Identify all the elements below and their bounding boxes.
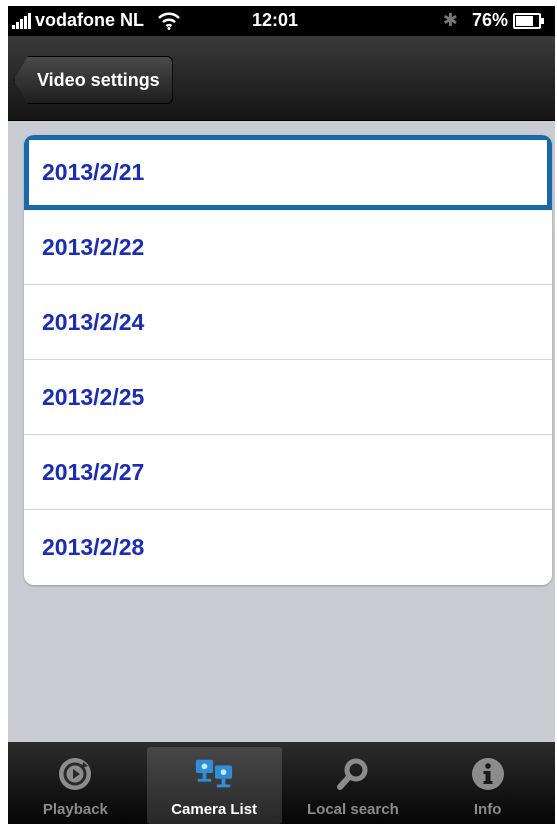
search-icon <box>333 755 373 793</box>
camera-list-icon <box>194 755 234 793</box>
list-item-date[interactable]: 2013/2/27 <box>24 435 552 510</box>
tab-label: Playback <box>42 801 108 818</box>
tab-label: Camera List <box>171 801 258 818</box>
list-item-date[interactable]: 2013/2/21 <box>24 135 552 210</box>
tab-info[interactable]: Info <box>420 742 555 824</box>
list-item-date[interactable]: 2013/2/24 <box>24 285 552 360</box>
tab-local-search[interactable]: Local search <box>286 742 421 824</box>
signal-strength-icon <box>12 12 32 29</box>
date-list: 2013/2/21 2013/2/22 2013/2/24 2013/2/25 … <box>24 135 552 585</box>
tab-camera-list[interactable]: Camera List <box>146 747 282 824</box>
battery-fill <box>516 15 533 26</box>
tab-label: Info <box>473 801 502 818</box>
status-left: vodafone NL <box>12 10 180 31</box>
battery-percentage: 76% <box>471 10 508 30</box>
status-bar: vodafone NL 12:01 ✱ 76% <box>8 6 555 36</box>
status-time: 12:01 <box>252 10 299 30</box>
list-item-date[interactable]: 2013/2/28 <box>24 510 552 585</box>
tab-bar: Playback Camera List Local search Info <box>8 742 555 824</box>
navigation-bar: Video settings <box>8 36 555 121</box>
list-item-date[interactable]: 2013/2/25 <box>24 360 552 435</box>
tab-label: Local search <box>307 801 399 818</box>
info-icon <box>468 755 508 793</box>
status-right: ✱ 76% <box>442 10 544 31</box>
battery-icon <box>513 12 544 29</box>
carrier-name: vodafone NL <box>35 10 145 30</box>
bluetooth-icon: ✱ <box>442 10 458 30</box>
tab-playback[interactable]: Playback <box>8 742 143 824</box>
list-item-date[interactable]: 2013/2/22 <box>24 210 552 285</box>
back-button[interactable]: Video settings <box>14 56 173 104</box>
phone-screen: vodafone NL 12:01 ✱ 76% Video settings 2… <box>8 6 555 824</box>
wifi-icon <box>158 12 180 30</box>
playback-icon <box>55 755 95 793</box>
